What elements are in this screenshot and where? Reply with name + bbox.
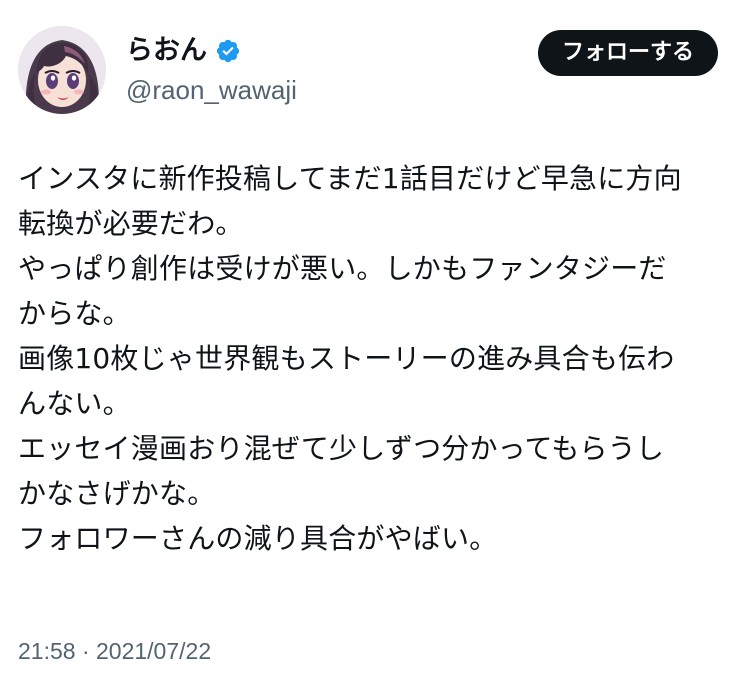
tweet-line: かなさげかな。 [18, 477, 216, 510]
user-avatar[interactable] [18, 26, 106, 114]
tweet-line: インスタに新作投稿してまだ1話目だけど早急に方向 [18, 162, 682, 195]
display-name[interactable]: らおん [126, 34, 207, 68]
name-row: らおん [126, 34, 241, 68]
anime-girl-avatar-icon [18, 26, 106, 114]
tweet-line: 転換が必要だわ。 [18, 207, 244, 240]
tweet-line: やっぱり創作は受けが悪い。しかもファンタジーだ [18, 252, 667, 285]
tweet-text: インスタに新作投稿してまだ1話目だけど早急に方向 転換が必要だわ。 やっぱり創作… [18, 156, 730, 561]
tweet-line: エッセイ漫画おり混ぜて少しずつ分かってもらうし [18, 432, 665, 465]
follow-button[interactable]: フォローする [537, 30, 718, 76]
tweet-line: からな。 [18, 297, 131, 330]
tweet-timestamp[interactable]: 21:58 · 2021/07/22 [18, 636, 211, 666]
tweet-line: フォロワーさんの減り具合がやばい。 [18, 522, 498, 555]
tweet-line: 画像10枚じゃ世界観もストーリーの進み具合も伝わ [18, 342, 675, 375]
tweet-line: んない。 [18, 387, 131, 420]
verified-badge-icon [215, 38, 241, 64]
user-handle[interactable]: @raon_wawaji [126, 74, 297, 106]
tweet-header: らおん @raon_wawaji フォローする [18, 26, 718, 116]
